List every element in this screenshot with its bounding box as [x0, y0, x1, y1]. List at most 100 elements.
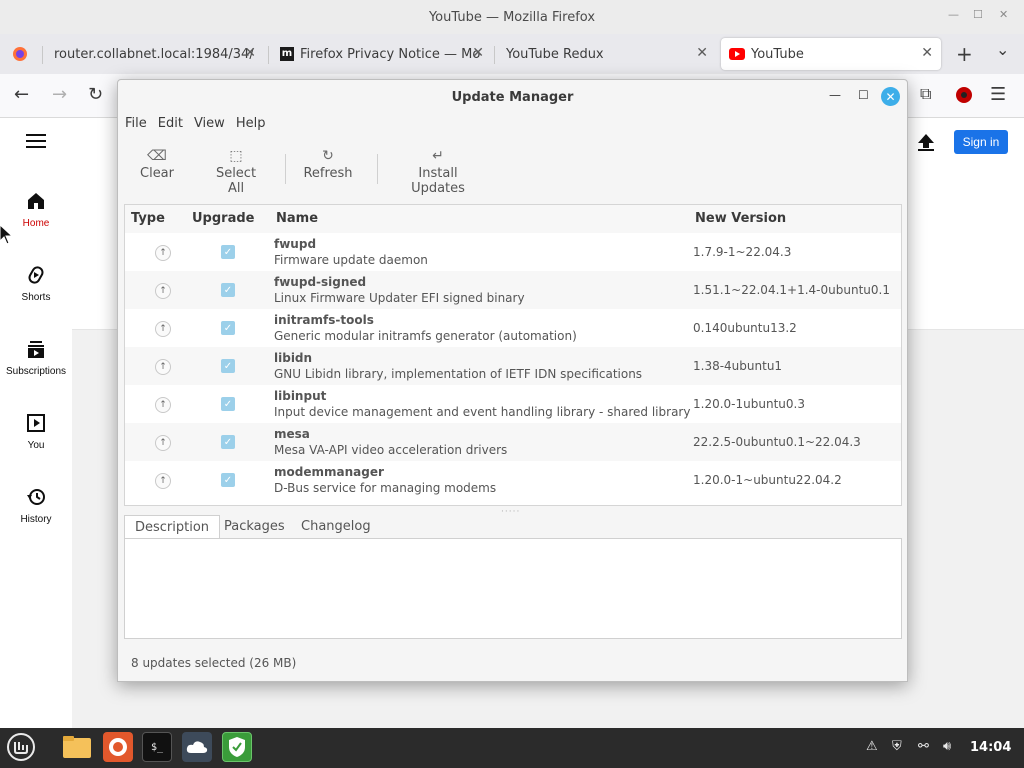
upgrade-checkbox[interactable]: ✓: [221, 359, 235, 373]
upgrade-checkbox[interactable]: ✓: [221, 435, 235, 449]
package-description: Firmware update daemon: [274, 253, 428, 267]
history-icon: [27, 489, 45, 505]
firefox-app[interactable]: [103, 732, 133, 762]
new-tab-button[interactable]: +: [956, 42, 973, 66]
reload-icon[interactable]: ↻: [88, 84, 103, 105]
list-header: Type Upgrade Name New Version: [125, 205, 901, 233]
sidebar-item-home[interactable]: Home: [0, 190, 72, 229]
update-type-icon: ↑: [155, 321, 171, 337]
extensions-icon[interactable]: ⧉: [920, 84, 931, 104]
package-name: initramfs-tools: [274, 313, 374, 327]
upgrade-checkbox[interactable]: ✓: [221, 397, 235, 411]
package-description: GNU Libidn library, implementation of IE…: [274, 367, 643, 381]
firefox-menu[interactable]: [0, 38, 40, 70]
network-icon[interactable]: ⚯: [918, 739, 929, 754]
tab-strip: router.collabnet.local:1984/34/ ✕ m Fire…: [0, 34, 1024, 74]
maximize-icon[interactable]: ☐: [858, 88, 869, 102]
tab-packages[interactable]: Packages: [214, 515, 295, 539]
tab-youtube-redux[interactable]: YouTube Redux ✕: [496, 38, 716, 70]
security-tray-icon[interactable]: ⛨: [892, 739, 902, 754]
column-upgrade[interactable]: Upgrade: [192, 211, 254, 226]
table-row[interactable]: ↑ ✓ fwupd-signed Linux Firmware Updater …: [125, 271, 901, 309]
tab-privacy-notice[interactable]: m Firefox Privacy Notice — Mo ✕: [272, 38, 492, 70]
sidebar-item-you[interactable]: You: [0, 412, 72, 451]
column-new-version[interactable]: New Version: [695, 211, 786, 226]
sidebar-item-label: Shorts: [21, 292, 51, 303]
volume-icon[interactable]: 🔊︎: [943, 739, 951, 754]
package-version: 22.2.5-0ubuntu0.1~22.04.3: [693, 435, 861, 449]
select-all-button[interactable]: ⬚ Select All: [206, 148, 266, 196]
package-name: libidn: [274, 351, 313, 365]
table-row[interactable]: ↑ ✓ modemmanager D-Bus service for manag…: [125, 461, 901, 499]
upgrade-checkbox[interactable]: ✓: [221, 245, 235, 259]
pane-resize-handle[interactable]: ·····: [501, 507, 520, 517]
forward-icon[interactable]: →: [52, 84, 67, 105]
sidebar-item-subscriptions[interactable]: Subscriptions: [0, 338, 72, 377]
terminal-app[interactable]: $_: [142, 732, 172, 762]
close-tab-icon[interactable]: ✕: [921, 45, 933, 61]
sign-in-button[interactable]: Sign in: [954, 130, 1008, 154]
maximize-icon[interactable]: ☐: [973, 8, 983, 21]
tab-changelog[interactable]: Changelog: [291, 515, 381, 539]
close-tab-icon[interactable]: ✕: [696, 45, 708, 61]
column-name[interactable]: Name: [276, 211, 318, 226]
start-menu-button[interactable]: [6, 732, 36, 762]
upgrade-checkbox[interactable]: ✓: [221, 473, 235, 487]
terminal-icon: $_: [150, 741, 164, 753]
hamburger-menu-icon[interactable]: [26, 134, 46, 152]
tab-label: router.collabnet.local:1984/34/: [54, 46, 254, 62]
app-menu-icon[interactable]: ☰: [990, 84, 1006, 105]
table-row[interactable]: ↑ ✓ libinput Input device management and…: [125, 385, 901, 423]
tab-youtube[interactable]: YouTube ✕: [721, 38, 941, 70]
table-row[interactable]: ↑ ✓ mesa Mesa VA-API video acceleration …: [125, 423, 901, 461]
menu-view[interactable]: View: [194, 116, 225, 138]
taskbar: $_ ⚠ ⛨ ⚯ 🔊︎ 14:04: [0, 728, 1024, 768]
sidebar-item-history[interactable]: History: [0, 486, 72, 525]
security-app[interactable]: [222, 732, 252, 762]
menu-file[interactable]: File: [125, 116, 147, 138]
upload-icon[interactable]: [916, 132, 936, 156]
files-app[interactable]: [62, 732, 92, 762]
package-description: Mesa VA-API video acceleration drivers: [274, 443, 508, 457]
install-updates-button[interactable]: ↵ Install Updates: [390, 148, 486, 196]
clear-button[interactable]: ⌫ Clear: [140, 148, 174, 181]
minimize-icon[interactable]: —: [948, 8, 959, 21]
sidebar-item-shorts[interactable]: Shorts: [0, 264, 72, 303]
nextcloud-app[interactable]: [182, 732, 212, 762]
update-notification-icon[interactable]: ⚠: [866, 739, 878, 754]
clock[interactable]: 14:04: [970, 740, 1011, 755]
close-tab-icon[interactable]: ✕: [472, 45, 484, 61]
tab-router[interactable]: router.collabnet.local:1984/34/ ✕: [44, 38, 264, 70]
tab-description[interactable]: Description: [124, 515, 221, 539]
column-type[interactable]: Type: [131, 211, 165, 226]
table-row[interactable]: ↑ ✓ libidn GNU Libidn library, implement…: [125, 347, 901, 385]
table-row[interactable]: ↑ ✓ fwupd Firmware update daemon 1.7.9-1…: [125, 233, 901, 271]
window-title: YouTube — Mozilla Firefox: [428, 9, 596, 25]
tab-label: YouTube: [751, 46, 804, 62]
tab-list-button[interactable]: ⌄: [996, 40, 1009, 59]
dialog-titlebar: Update Manager: [118, 80, 907, 114]
close-dialog-icon[interactable]: ✕: [881, 87, 900, 106]
menu-help[interactable]: Help: [236, 116, 266, 138]
refresh-button[interactable]: ↻ Refresh: [303, 148, 353, 181]
table-row[interactable]: ↑ ✓ initramfs-tools Generic modular init…: [125, 309, 901, 347]
tab-label: Firefox Privacy Notice — Mo: [300, 46, 481, 62]
close-window-icon[interactable]: ✕: [999, 8, 1008, 21]
menu-bar: File Edit View Help: [118, 116, 269, 138]
sidebar-item-label: Subscriptions: [5, 366, 67, 377]
subscriptions-icon: [28, 341, 44, 358]
linux-mint-icon: [7, 733, 35, 761]
refresh-icon: ↻: [322, 148, 334, 164]
minimize-icon[interactable]: —: [829, 88, 841, 102]
menu-edit[interactable]: Edit: [158, 116, 183, 138]
sidebar-item-label: You: [27, 440, 45, 451]
update-manager-window: Update Manager — ☐ ✕ File Edit View Help…: [117, 79, 908, 682]
update-type-icon: ↑: [155, 359, 171, 375]
firefox-icon: [13, 47, 27, 61]
profile-icon[interactable]: [955, 86, 973, 109]
close-tab-icon[interactable]: ✕: [244, 45, 256, 61]
upgrade-checkbox[interactable]: ✓: [221, 321, 235, 335]
back-icon[interactable]: ←: [14, 84, 29, 105]
firefox-icon: [109, 738, 127, 756]
upgrade-checkbox[interactable]: ✓: [221, 283, 235, 297]
